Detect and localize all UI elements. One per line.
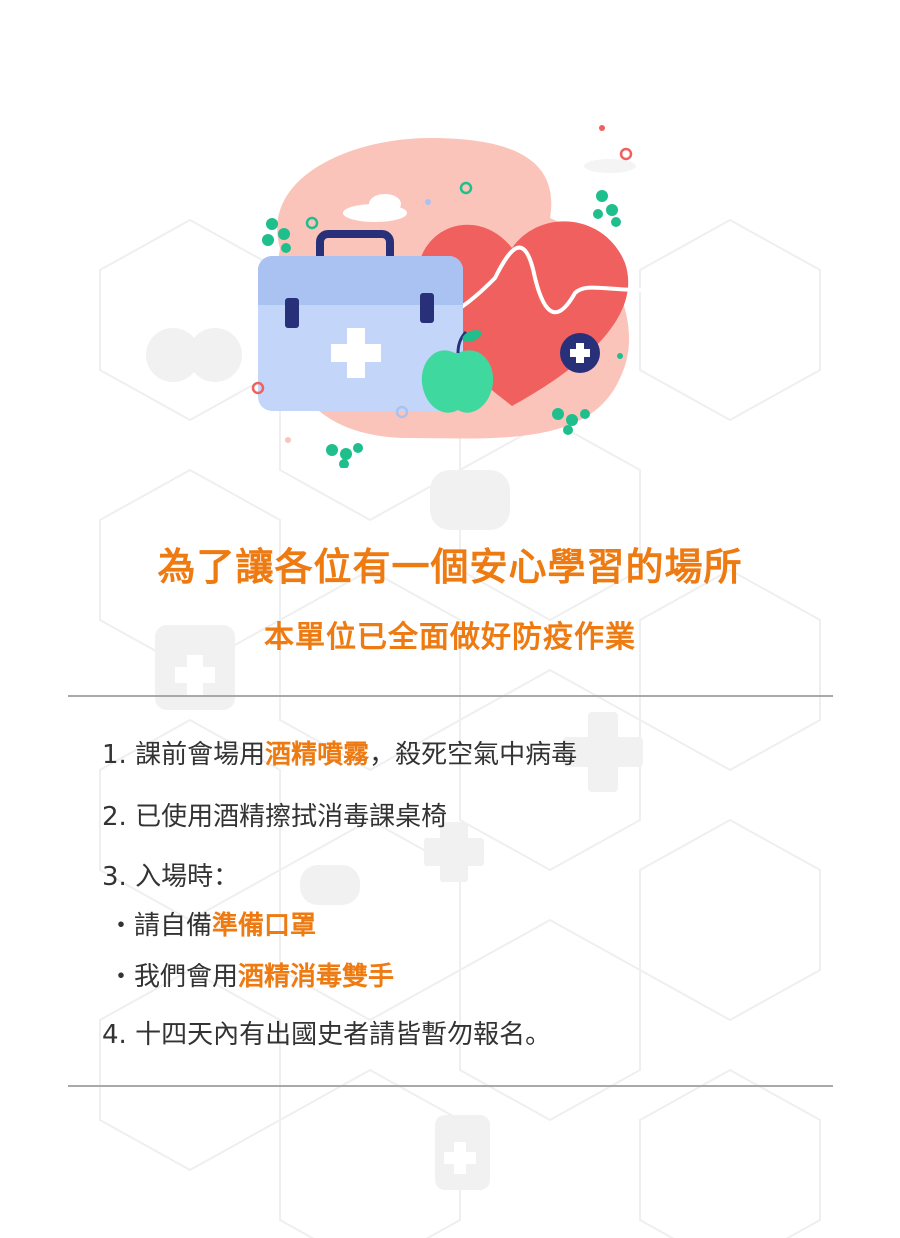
- page-title: 為了讓各位有一個安心學習的場所: [157, 545, 743, 589]
- list-item: 3. 入場時：: [102, 862, 240, 892]
- list-subitem: ・我們會用酒精消毒雙手: [108, 962, 395, 992]
- list-item: 1. 課前會場用酒精噴霧，殺死空氣中病毒: [102, 740, 578, 770]
- list-item: 2. 已使用酒精擦拭消毒課桌椅: [102, 802, 448, 832]
- medical-kit-heart-illustration: [251, 125, 642, 468]
- list-subitem: ・請自備準備口罩: [108, 911, 317, 941]
- list-item: 4. 十四天內有出國史者請皆暫勿報名。: [102, 1020, 552, 1050]
- divider-bottom: [68, 1085, 833, 1087]
- divider-top: [68, 695, 833, 697]
- page-subtitle: 本單位已全面做好防疫作業: [264, 620, 636, 655]
